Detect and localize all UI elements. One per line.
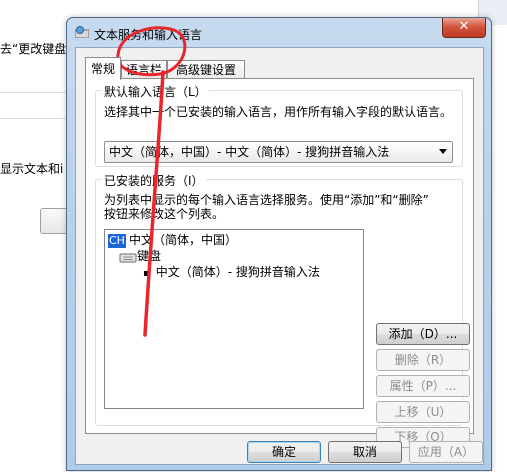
title-bar[interactable]: 文本服务和输入语言 ✕: [67, 18, 491, 46]
background-text-2: 显示文本和i: [0, 162, 64, 176]
default-language-value: 中文（简体，中国）- 中文（简体）- 搜狗拼音输入法: [109, 145, 390, 159]
add-button[interactable]: 添加（D）...: [376, 323, 470, 345]
tree-item-keyboard[interactable]: 键盘: [119, 248, 161, 264]
background-separator: [0, 118, 68, 119]
default-language-select[interactable]: 中文（简体，中国）- 中文（简体）- 搜狗拼音输入法: [104, 141, 453, 163]
language-label: 中文（简体，中国）: [128, 233, 237, 247]
tab-panel-general: 默认输入语言（L） 选择其中一个已安装的输入语言，用作所有输入字段的默认语言。 …: [85, 78, 474, 448]
installed-services-description-2: 按钮来修改这个列表。: [104, 207, 225, 221]
tree-item-service[interactable]: ▪ 中文（简体）- 搜狗拼音输入法: [143, 264, 320, 282]
default-language-title: 默认输入语言（L）: [102, 83, 209, 100]
keyboard-globe-icon: [75, 26, 89, 38]
service-label: 中文（简体）- 搜狗拼音输入法: [155, 265, 320, 279]
installed-services-description-1: 为列表中显示的每个输入语言选择服务。使用“添加”和“删除”: [104, 193, 429, 207]
default-language-description: 选择其中一个已安装的输入语言，用作所有输入字段的默认语言。: [104, 105, 453, 119]
installed-services-tree[interactable]: CH 中文（简体，中国） 键盘 ▪ 中文（简体）- 搜狗拼音输入法: [104, 229, 364, 409]
cancel-button[interactable]: 取消: [328, 441, 402, 463]
tree-item-language[interactable]: CH 中文（简体，中国）: [108, 232, 237, 248]
keyboard-label: 键盘: [137, 249, 162, 263]
remove-button[interactable]: 删除（R）: [376, 349, 470, 371]
properties-button[interactable]: 属性（P）...: [376, 375, 470, 397]
tab-language-bar[interactable]: 语言栏: [121, 60, 167, 80]
dialog-client-area: 常规 语言栏 高级键设置 默认输入语言（L） 选择其中一个已安装的输入语言，用作…: [75, 47, 484, 465]
language-badge: CH: [108, 234, 126, 248]
keyboard-icon: [119, 253, 137, 262]
installed-services-title: 已安装的服务（I）: [102, 172, 206, 189]
dialog-title: 文本服务和输入语言: [94, 28, 203, 42]
move-up-button[interactable]: 上移（U）: [376, 401, 470, 423]
background-separator: [0, 92, 68, 93]
apply-button[interactable]: 应用（A）: [409, 441, 483, 463]
chevron-down-icon: [439, 149, 447, 154]
close-button[interactable]: ✕: [442, 18, 486, 38]
text-services-dialog: 文本服务和输入语言 ✕ 常规 语言栏 高级键设置 默认输入语言（L） 选择其中一…: [66, 17, 492, 471]
tab-advanced-key-settings[interactable]: 高级键设置: [167, 60, 245, 80]
bullet-icon: ▪: [143, 268, 150, 279]
tab-general[interactable]: 常规: [85, 57, 121, 80]
background-text-1: 去“更改键盘: [0, 42, 67, 56]
ok-button[interactable]: 确定: [247, 441, 321, 463]
